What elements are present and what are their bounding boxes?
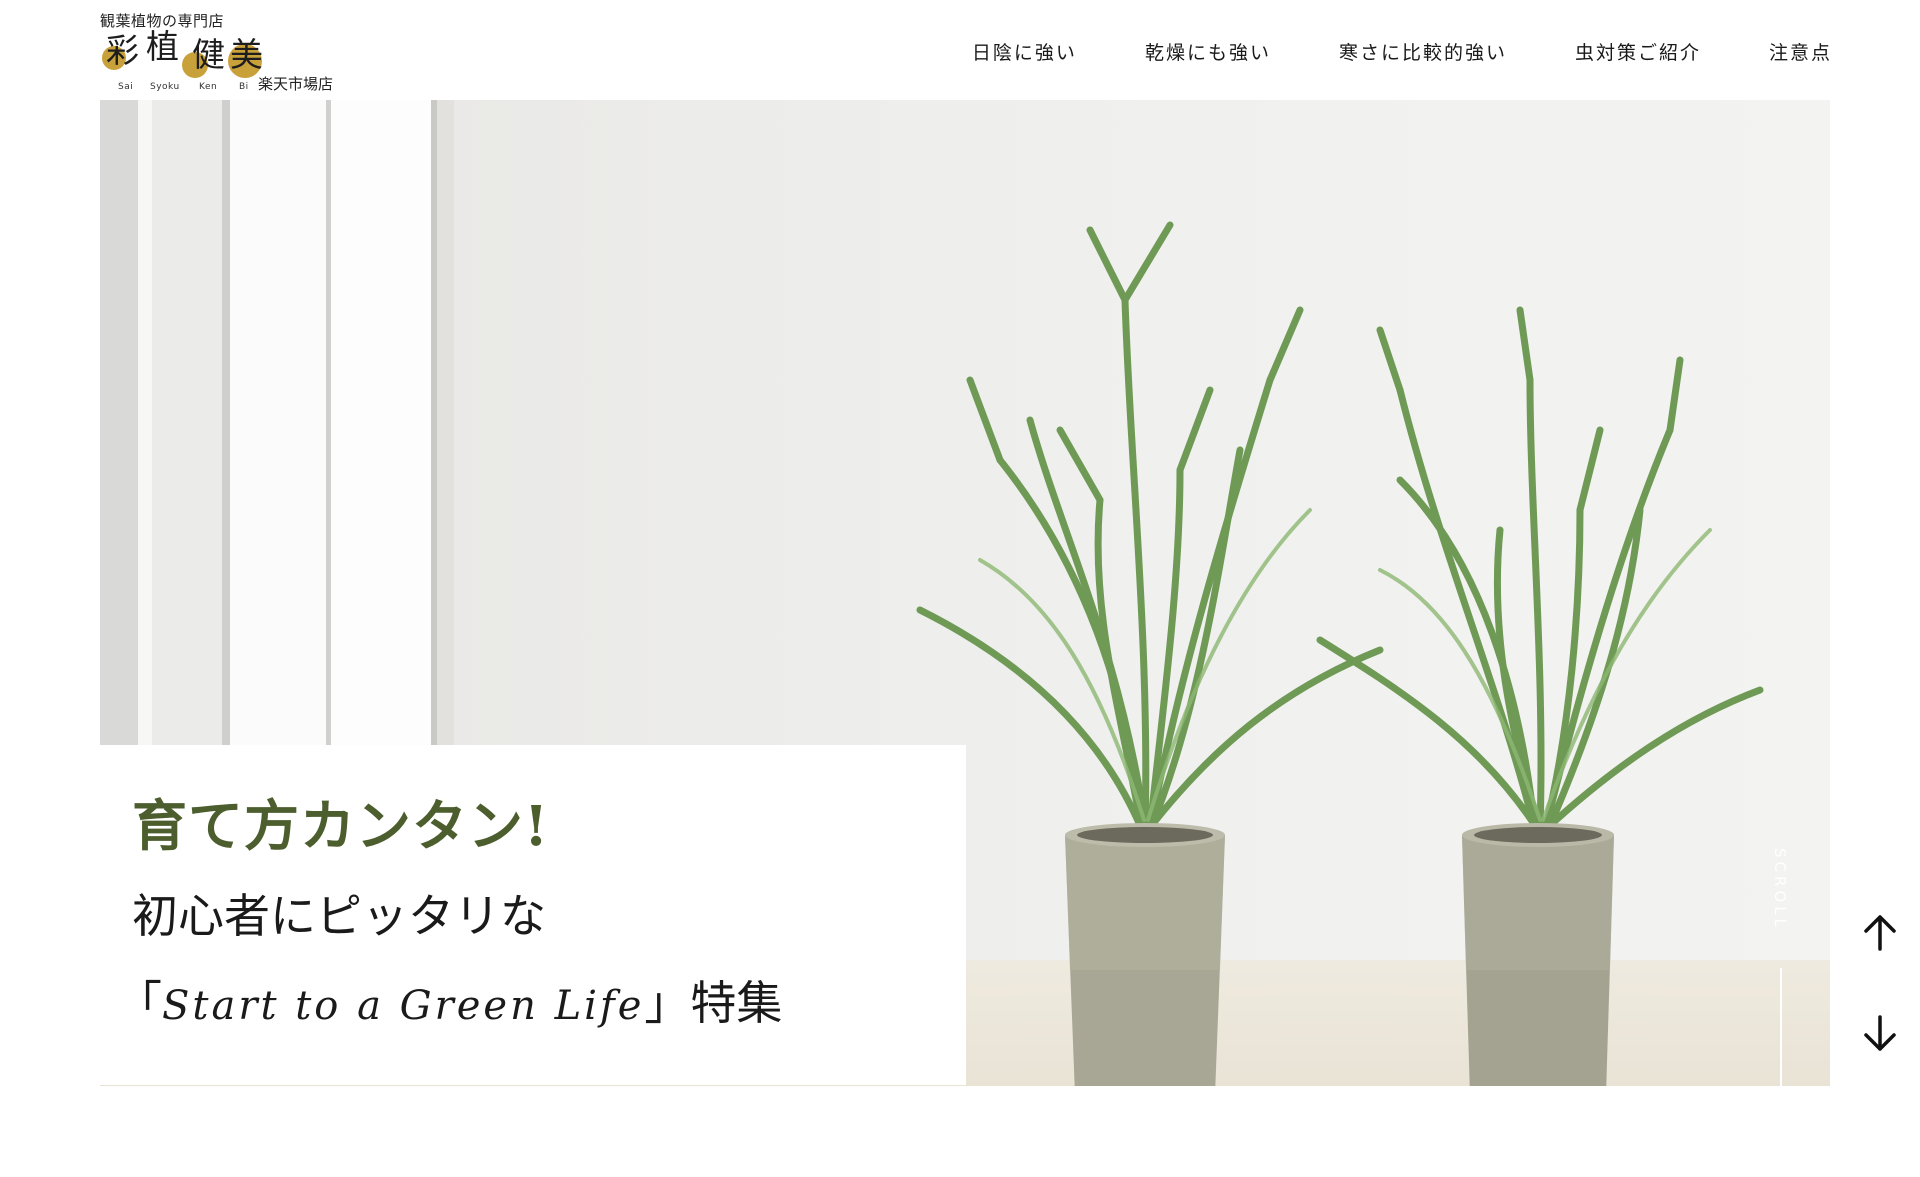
nav-item-drought-tolerant[interactable]: 乾燥にも強い (1145, 38, 1271, 65)
logo-romaji: Ken (199, 82, 218, 92)
feature-open-bracket: 「 (116, 976, 162, 1030)
logo-romaji: Bi (239, 82, 249, 92)
scroll-up-button[interactable] (1862, 913, 1898, 953)
logo-store-name: 楽天市場店 (258, 75, 334, 93)
hero-text-card: 育て方カンタン! 初心者にピッタリな 「Start to a Green Lif… (100, 745, 966, 1085)
hero-subheadline: 初心者にピッタリな (132, 889, 546, 943)
scroll-down-button[interactable] (1862, 1013, 1898, 1053)
hero-feature-title: 「Start to a Green Life」特集 (116, 967, 782, 1033)
nav-item-cautions[interactable]: 注意点 (1769, 38, 1832, 65)
arrow-down-icon (1864, 1015, 1896, 1051)
potted-plants-illustration (916, 221, 1764, 1086)
nav-item-pest-control[interactable]: 虫対策ご紹介 (1575, 38, 1701, 65)
hero-headline: 育て方カンタン! (132, 793, 550, 858)
main-nav: 日陰に強い 乾燥にも強い 寒さに比較的強い 虫対策ご紹介 注意点 (972, 38, 1832, 65)
nav-item-shade-tolerant[interactable]: 日陰に強い (972, 38, 1077, 65)
site-logo[interactable]: 観葉植物の専門店 彩 植 健 美 Sai Syoku Ken Bi 楽天市場店 (100, 8, 360, 94)
arrow-up-icon (1864, 915, 1896, 951)
site-header: 観葉植物の専門店 彩 植 健 美 Sai Syoku Ken Bi 楽天市場店 … (0, 0, 1920, 100)
logo-kanji: 植 (146, 27, 179, 66)
logo-romaji: Syoku (150, 82, 180, 92)
logo-romaji: Sai (118, 82, 134, 92)
scroll-label: SCROLL (1771, 848, 1789, 931)
scroll-line (1780, 968, 1782, 1086)
logo-kanji: 健 (192, 35, 225, 74)
feature-close-bracket: 」特集 (644, 976, 783, 1030)
nav-item-cold-tolerant[interactable]: 寒さに比較的強い (1339, 38, 1507, 65)
logo-kanji: 美 (230, 35, 263, 74)
feature-script-text: Start to a Green Life (162, 983, 645, 1029)
logo-kanji: 彩 (106, 31, 139, 70)
